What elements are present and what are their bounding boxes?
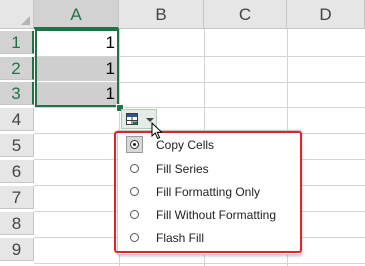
autofill-options-icon [126,113,138,125]
menu-item-fill-series[interactable]: Fill Series [128,158,298,181]
column-header-a[interactable]: A [34,0,119,29]
row-header-2[interactable]: 2 [0,57,34,80]
selection-border [35,29,119,107]
menu-item-label: Flash Fill [156,231,205,245]
gridline [34,263,365,264]
column-header-d[interactable]: D [287,0,365,29]
row-header-3[interactable]: 3 [0,82,34,105]
radio-dot [133,143,136,146]
row-header-8[interactable]: 8 [0,212,34,235]
radio-icon [130,210,139,219]
gridline [34,107,365,108]
auto-fill-options-menu: Copy Cells Fill Series Fill Formatting O… [117,130,301,255]
menu-item-label: Fill Formatting Only [156,185,261,199]
column-header-b[interactable]: B [119,0,204,29]
menu-item-flash-fill[interactable]: Flash Fill [128,227,298,250]
row-header-1[interactable]: 1 [0,31,34,54]
radio-icon [130,187,139,196]
radio-selected-icon [130,140,139,149]
row-header-7[interactable]: 7 [0,186,34,209]
spreadsheet: A B C D 1 2 3 4 5 6 7 8 9 1 1 1 Copy Cel… [0,0,365,266]
row-header-4[interactable]: 4 [0,108,34,131]
radio-icon [130,164,139,173]
select-all-corner[interactable] [0,0,34,29]
column-header-c[interactable]: C [204,0,287,29]
menu-item-fill-formatting-only[interactable]: Fill Formatting Only [128,181,298,204]
menu-item-fill-without-formatting[interactable]: Fill Without Formatting [128,204,298,227]
radio-icon [130,233,139,242]
menu-item-label: Fill Without Formatting [156,208,277,222]
menu-item-label: Fill Series [156,162,209,176]
row-header-6[interactable]: 6 [0,160,34,183]
select-all-icon [21,16,30,25]
mouse-pointer-icon [151,122,163,140]
row-header-9[interactable]: 9 [0,238,34,261]
row-header-5[interactable]: 5 [0,134,34,157]
